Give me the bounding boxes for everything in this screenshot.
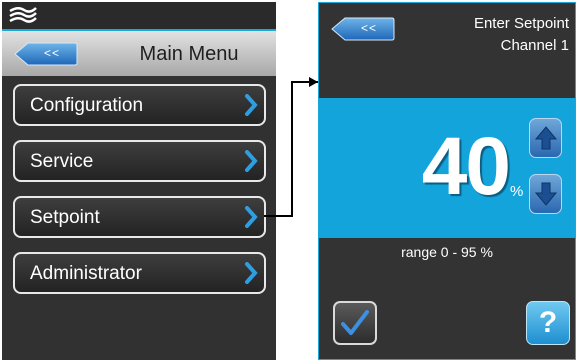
page-title: Main Menu — [139, 43, 239, 65]
value-area: 40 % — [319, 98, 575, 238]
chevron-right-icon — [245, 262, 258, 284]
status-bar — [2, 2, 276, 31]
channel-label: Channel 1 — [500, 37, 569, 54]
back-button[interactable]: << — [331, 17, 395, 41]
help-button[interactable]: ? — [526, 301, 570, 345]
chevron-right-icon — [245, 206, 258, 228]
decrease-button[interactable] — [529, 174, 562, 214]
menu-item-label: Configuration — [30, 95, 144, 116]
menu-item-configuration[interactable]: Configuration — [13, 84, 266, 126]
unit-label: % — [510, 183, 524, 200]
range-label: range 0 - 95 % — [401, 244, 493, 260]
menu-item-label: Administrator — [30, 263, 142, 284]
menu-item-setpoint[interactable]: Setpoint — [13, 196, 266, 238]
logo-icon — [9, 7, 37, 23]
back-button-label: << — [43, 46, 60, 60]
help-icon: ? — [538, 306, 558, 339]
increase-button[interactable] — [529, 118, 562, 158]
page-title: Enter Setpoint — [473, 15, 569, 32]
menu-item-administrator[interactable]: Administrator — [13, 252, 266, 294]
arrow-down-icon — [534, 182, 558, 206]
arrow-up-icon — [534, 126, 558, 150]
menu-item-label: Setpoint — [30, 207, 100, 228]
confirm-button[interactable] — [333, 301, 377, 345]
setpoint-value: 40 — [421, 121, 511, 212]
setpoint-screen: << Enter Setpoint Channel 1 40 % range 0… — [318, 2, 576, 360]
chevron-right-icon — [245, 150, 258, 172]
chevron-right-icon — [245, 94, 258, 116]
menu-item-service[interactable]: Service — [13, 140, 266, 182]
menu-item-label: Service — [30, 151, 94, 172]
back-button-label: << — [360, 21, 377, 35]
checkmark-icon — [341, 310, 369, 335]
back-button[interactable]: << — [14, 42, 78, 66]
